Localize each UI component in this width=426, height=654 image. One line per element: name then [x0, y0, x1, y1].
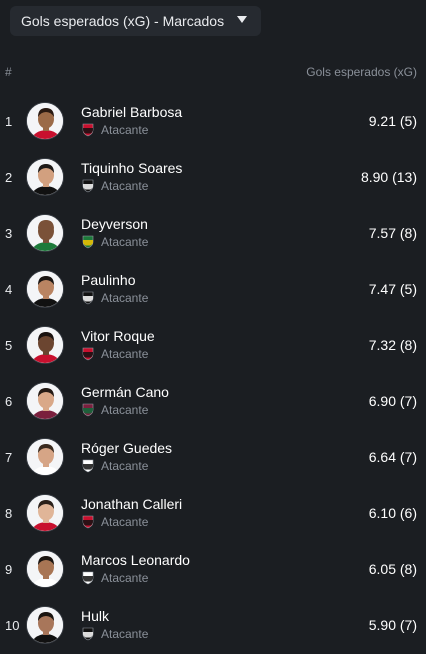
player-rank: 4: [5, 282, 13, 297]
player-name[interactable]: Marcos Leonardo: [81, 552, 190, 568]
player-meta: Atacante: [81, 346, 148, 362]
player-xg-value: 6.05 (8): [368, 561, 417, 577]
player-avatar[interactable]: [26, 606, 64, 644]
player-position: Atacante: [101, 347, 149, 361]
player-row[interactable]: 3 Deyverson Atacante 7.57 (8): [0, 206, 426, 262]
player-xg-value: 7.32 (8): [368, 337, 417, 353]
corinthians-crest-icon: [81, 459, 95, 473]
player-avatar[interactable]: [26, 270, 64, 308]
player-name[interactable]: Jonathan Calleri: [81, 496, 182, 512]
player-row[interactable]: 10 Hulk Atacante 5.90 (7): [0, 598, 426, 654]
player-avatar[interactable]: [26, 102, 64, 140]
player-row[interactable]: 9 Marcos Leonardo Atacante 6.05 (8): [0, 542, 426, 598]
player-xg-value: 6.90 (7): [368, 393, 417, 409]
player-name[interactable]: Germán Cano: [81, 384, 169, 400]
player-row[interactable]: 1 Gabriel Barbosa Atacante 9.21 (5): [0, 94, 426, 150]
atletico-mg-crest-icon: [81, 291, 95, 305]
player-name[interactable]: Vitor Roque: [81, 328, 155, 344]
player-name[interactable]: Róger Guedes: [81, 440, 172, 456]
player-rank: 10: [5, 618, 20, 633]
stat-selector-dropdown[interactable]: Gols esperados (xG) - Marcados: [10, 6, 261, 36]
player-row[interactable]: 2 Tiquinho Soares Atacante 8.90 (13): [0, 150, 426, 206]
player-row[interactable]: 8 Jonathan Calleri Atacante 6.10 (6): [0, 486, 426, 542]
player-rank: 2: [5, 170, 13, 185]
player-meta: Atacante: [81, 458, 148, 474]
caret-down-icon[interactable]: [237, 16, 247, 23]
botafogo-crest-icon: [81, 179, 95, 193]
player-rank: 5: [5, 338, 13, 353]
player-name[interactable]: Hulk: [81, 608, 109, 624]
player-name[interactable]: Tiquinho Soares: [81, 160, 182, 176]
player-position: Atacante: [101, 123, 149, 137]
stat-selector-label: Gols esperados (xG) - Marcados: [21, 13, 225, 29]
cuiaba-crest-icon: [81, 235, 95, 249]
sao-paulo-crest-icon: [81, 515, 95, 529]
player-meta: Atacante: [81, 514, 148, 530]
player-meta: Atacante: [81, 122, 148, 138]
player-xg-value: 6.64 (7): [368, 449, 417, 465]
player-position: Atacante: [101, 571, 149, 585]
player-avatar[interactable]: [26, 438, 64, 476]
player-name[interactable]: Paulinho: [81, 272, 136, 288]
player-rank: 8: [5, 506, 13, 521]
player-row[interactable]: 7 Róger Guedes Atacante 6.64 (7): [0, 430, 426, 486]
player-avatar[interactable]: [26, 382, 64, 420]
player-meta: Atacante: [81, 290, 148, 306]
player-meta: Atacante: [81, 178, 148, 194]
player-xg-value: 8.90 (13): [360, 169, 417, 185]
player-name[interactable]: Gabriel Barbosa: [81, 104, 182, 120]
flamengo-crest-icon: [81, 123, 95, 137]
player-name[interactable]: Deyverson: [81, 216, 148, 232]
player-avatar[interactable]: [26, 158, 64, 196]
player-xg-value: 7.57 (8): [368, 225, 417, 241]
player-position: Atacante: [101, 515, 149, 529]
player-xg-value: 5.90 (7): [368, 617, 417, 633]
player-position: Atacante: [101, 459, 149, 473]
player-avatar[interactable]: [26, 494, 64, 532]
player-meta: Atacante: [81, 570, 148, 586]
player-avatar[interactable]: [26, 214, 64, 252]
player-position: Atacante: [101, 627, 149, 641]
atletico-mg-crest-icon: [81, 627, 95, 641]
player-row[interactable]: 6 Germán Cano Atacante 6.90 (7): [0, 374, 426, 430]
santos-crest-icon: [81, 571, 95, 585]
player-rank: 9: [5, 562, 13, 577]
player-xg-value: 6.10 (6): [368, 505, 417, 521]
player-rank: 1: [5, 114, 13, 129]
player-row[interactable]: 4 Paulinho Atacante 7.47 (5): [0, 262, 426, 318]
rank-column-header: #: [5, 65, 12, 79]
player-avatar[interactable]: [26, 326, 64, 364]
player-rank: 6: [5, 394, 13, 409]
player-position: Atacante: [101, 235, 149, 249]
player-row[interactable]: 5 Vitor Roque Atacante 7.32 (8): [0, 318, 426, 374]
player-xg-value: 9.21 (5): [368, 113, 417, 129]
fluminense-crest-icon: [81, 403, 95, 417]
player-position: Atacante: [101, 403, 149, 417]
player-xg-value: 7.47 (5): [368, 281, 417, 297]
player-position: Atacante: [101, 291, 149, 305]
player-rank: 3: [5, 226, 13, 241]
player-position: Atacante: [101, 179, 149, 193]
player-meta: Atacante: [81, 626, 148, 642]
metric-column-header: Gols esperados (xG): [306, 65, 417, 79]
player-avatar[interactable]: [26, 550, 64, 588]
athletico-pr-crest-icon: [81, 347, 95, 361]
player-meta: Atacante: [81, 234, 148, 250]
player-rank: 7: [5, 450, 13, 465]
player-meta: Atacante: [81, 402, 148, 418]
